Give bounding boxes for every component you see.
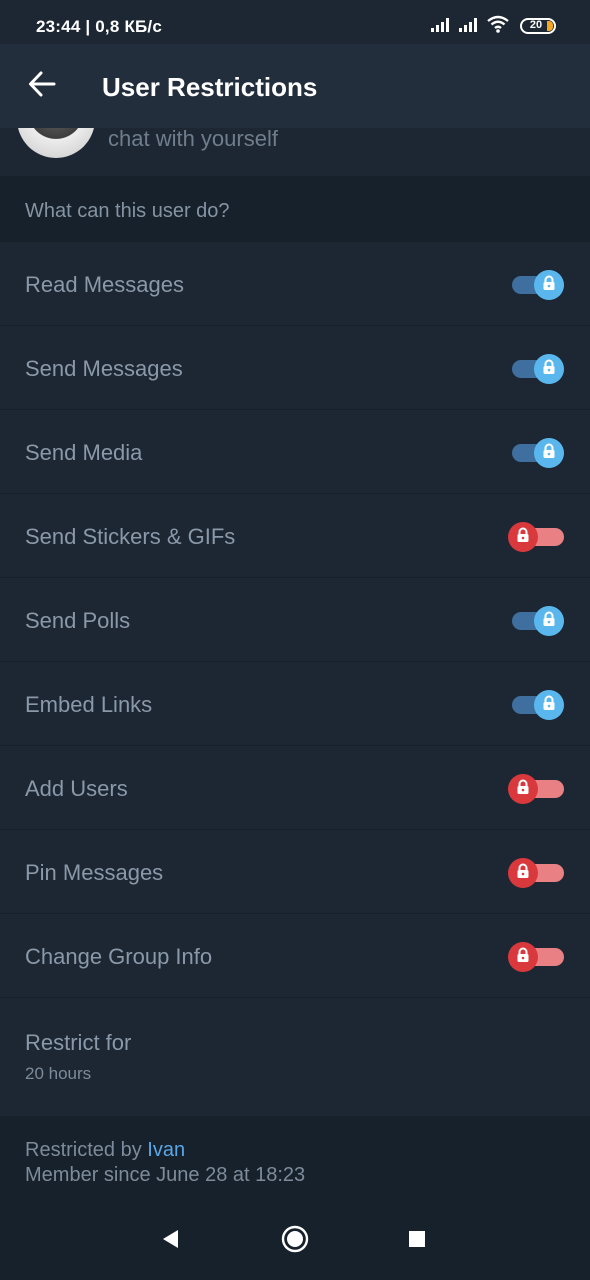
- nav-recents-button[interactable]: [400, 1224, 434, 1258]
- battery-icon: 20: [520, 18, 556, 34]
- square-recents-icon: [407, 1229, 427, 1254]
- permission-label: Send Stickers & GIFs: [25, 524, 236, 549]
- permission-row-change-group-info[interactable]: Change Group Info: [0, 914, 590, 998]
- permissions-header: What can this user do?: [0, 176, 590, 242]
- status-time: 23:44 | 0,8 КБ/с: [36, 17, 163, 36]
- lock-icon: [542, 359, 556, 380]
- permission-label: Pin Messages: [25, 860, 164, 885]
- permission-toggle[interactable]: [508, 942, 564, 972]
- permission-toggle[interactable]: [508, 690, 564, 720]
- permission-label: Read Messages: [25, 272, 184, 297]
- arrow-left-icon: [28, 71, 56, 102]
- permission-label: Add Users: [25, 776, 128, 801]
- permissions-list: Read Messages Send Messages Send Media S…: [0, 242, 590, 1114]
- permission-toggle[interactable]: [508, 438, 564, 468]
- permission-toggle[interactable]: [508, 354, 564, 384]
- permission-label: Send Polls: [25, 608, 131, 633]
- signal-icon: [458, 16, 480, 37]
- permission-row-send-stickers-gifs[interactable]: Send Stickers & GIFs: [0, 494, 590, 578]
- restrict-for-row[interactable]: Restrict for 20 hours: [0, 998, 590, 1114]
- system-nav-bar: [0, 1200, 590, 1280]
- lock-icon: [516, 947, 530, 968]
- permission-label: Send Media: [25, 440, 143, 465]
- restriction-info: Restricted by Ivan Member since June 28 …: [0, 1116, 590, 1200]
- permission-row-send-messages[interactable]: Send Messages: [0, 326, 590, 410]
- permission-toggle[interactable]: [508, 774, 564, 804]
- section-title: What can this user do?: [25, 200, 230, 222]
- restricted-by-line: Restricted by Ivan: [25, 1139, 185, 1162]
- triangle-back-icon: [160, 1228, 180, 1255]
- permission-toggle[interactable]: [508, 858, 564, 888]
- profile-header[interactable]: chat with yourself: [0, 128, 590, 176]
- lock-icon: [516, 527, 530, 548]
- permission-row-send-polls[interactable]: Send Polls: [0, 578, 590, 662]
- permission-row-read-messages[interactable]: Read Messages: [0, 242, 590, 326]
- permission-row-embed-links[interactable]: Embed Links: [0, 662, 590, 746]
- restrict-for-value: 20 hours: [25, 1064, 92, 1083]
- permission-label: Send Messages: [25, 356, 183, 381]
- permission-toggle[interactable]: [508, 606, 564, 636]
- permission-toggle[interactable]: [508, 270, 564, 300]
- nav-home-button[interactable]: [278, 1224, 312, 1258]
- restricted-by-prefix: Restricted by: [25, 1139, 142, 1161]
- permission-row-add-users[interactable]: Add Users: [0, 746, 590, 830]
- lock-icon: [516, 863, 530, 884]
- permission-label: Change Group Info: [25, 944, 213, 969]
- permission-row-send-media[interactable]: Send Media: [0, 410, 590, 494]
- profile-status: chat with yourself: [108, 128, 278, 151]
- page-title: User Restrictions: [102, 72, 318, 102]
- signal-icon: [430, 16, 452, 37]
- restrict-for-label: Restrict for: [25, 1030, 132, 1055]
- avatar: [17, 128, 95, 158]
- home-circle-icon: [281, 1225, 309, 1258]
- lock-icon: [542, 443, 556, 464]
- wifi-icon: [486, 15, 510, 38]
- status-icons: 20: [430, 15, 556, 38]
- permission-toggle[interactable]: [508, 522, 564, 552]
- restricted-by-link[interactable]: Ivan: [147, 1139, 185, 1161]
- status-bar: 23:44 | 0,8 КБ/с 20: [0, 0, 590, 44]
- lock-icon: [542, 695, 556, 716]
- lock-icon: [542, 275, 556, 296]
- battery-level: 20: [529, 19, 543, 31]
- lock-icon: [542, 611, 556, 632]
- permission-label: Embed Links: [25, 692, 153, 717]
- lock-icon: [516, 779, 530, 800]
- permission-row-pin-messages[interactable]: Pin Messages: [0, 830, 590, 914]
- nav-back-button[interactable]: [153, 1224, 187, 1258]
- back-button[interactable]: [20, 64, 64, 108]
- app-bar: User Restrictions: [0, 44, 590, 128]
- member-since: Member since June 28 at 18:23: [25, 1164, 306, 1186]
